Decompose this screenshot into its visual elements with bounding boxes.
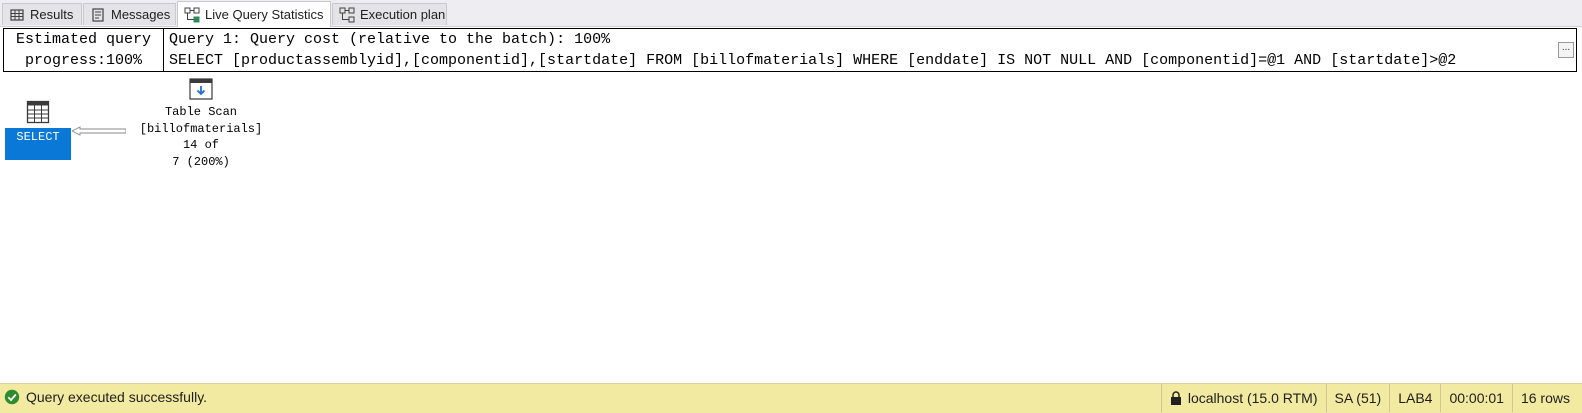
tab-messages[interactable]: Messages [83, 3, 176, 25]
check-circle-icon [4, 389, 20, 405]
status-message: Query executed successfully. [4, 389, 207, 405]
tab-messages-label: Messages [111, 7, 171, 22]
table-scan-node[interactable]: Table Scan [billofmaterials] 14 of 7 (20… [121, 104, 281, 170]
tab-results-label: Results [30, 7, 74, 22]
table-scan-title: Table Scan [164, 105, 237, 119]
tab-execution-plan-label: Execution plan [360, 7, 446, 22]
status-server: localhost (15.0 RTM) [1160, 384, 1326, 412]
table-scan-rows: 14 of [182, 138, 219, 153]
progress-value: progress:100% [24, 52, 143, 69]
query-text: Query 1: Query cost (relative to the bat… [169, 29, 1539, 71]
tab-execution-plan[interactable]: Execution plan [332, 3, 447, 25]
live-query-plan-canvas[interactable]: Estimated query progress:100% Query 1: Q… [0, 27, 1582, 383]
status-bar: Query executed successfully. localhost (… [0, 383, 1582, 413]
status-database: LAB4 [1389, 384, 1440, 412]
query-sql-line: SELECT [productassemblyid],[componentid]… [169, 52, 1457, 69]
progress-label: Estimated query [15, 31, 152, 48]
grid-icon [10, 8, 24, 21]
tab-live-query-statistics-label: Live Query Statistics [205, 7, 324, 22]
query-header: Estimated query progress:100% Query 1: Q… [3, 28, 1577, 72]
table-scan-rows-estimate: 7 (200%) [172, 154, 230, 169]
ssms-results-pane: Results Messages Live Query Statistics E… [0, 0, 1582, 413]
results-tab-strip: Results Messages Live Query Statistics E… [0, 0, 1582, 27]
status-user: SA (51) [1325, 384, 1390, 412]
messages-icon [92, 7, 104, 22]
show-full-query-button[interactable]: ... [1558, 42, 1574, 58]
query-cost-line: Query 1: Query cost (relative to the bat… [169, 31, 611, 48]
data-flow-arrow [72, 126, 126, 136]
tab-results[interactable]: Results [2, 3, 82, 25]
status-connection-info: localhost (15.0 RTM) SA (51) LAB4 00:00:… [1160, 384, 1582, 412]
select-result-icon[interactable] [26, 100, 50, 124]
tab-live-query-statistics[interactable]: Live Query Statistics [177, 1, 331, 27]
table-scan-icon[interactable] [189, 78, 213, 100]
status-row-count: 16 rows [1511, 384, 1582, 412]
status-message-text: Query executed successfully. [26, 389, 208, 405]
lock-icon [1170, 391, 1181, 405]
select-node-label[interactable]: SELECT [5, 128, 71, 160]
table-scan-object: [billofmaterials] [139, 121, 263, 136]
status-elapsed-time: 00:00:01 [1440, 384, 1512, 412]
live-stats-icon [184, 7, 200, 22]
estimated-progress: Estimated query progress:100% [4, 29, 164, 71]
execution-plan-icon [339, 7, 355, 22]
status-server-text: localhost (15.0 RTM) [1187, 390, 1318, 406]
